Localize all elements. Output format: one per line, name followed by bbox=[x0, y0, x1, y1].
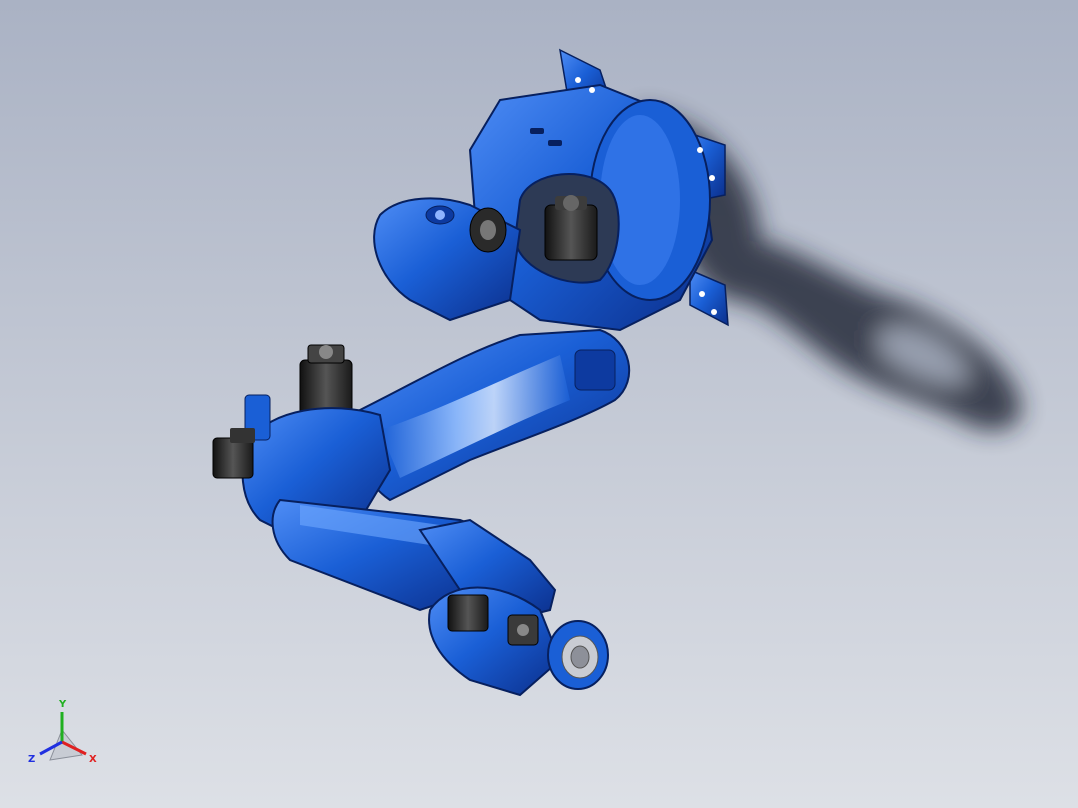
elbow-motor[interactable] bbox=[299, 344, 353, 419]
model-scene[interactable]: Y X Z bbox=[0, 0, 1078, 808]
triad-y-label: Y bbox=[58, 699, 67, 710]
wrist-assembly[interactable] bbox=[418, 518, 562, 697]
graphics-viewport[interactable]: Y X Z bbox=[0, 0, 1078, 808]
triad-z-label: Z bbox=[28, 754, 35, 765]
axis-triad: Y X Z bbox=[28, 699, 97, 765]
lower-arm[interactable] bbox=[355, 328, 631, 502]
shoulder-joint[interactable] bbox=[373, 197, 522, 322]
triad-x-label: X bbox=[89, 754, 97, 765]
tool-flange[interactable] bbox=[547, 620, 609, 690]
